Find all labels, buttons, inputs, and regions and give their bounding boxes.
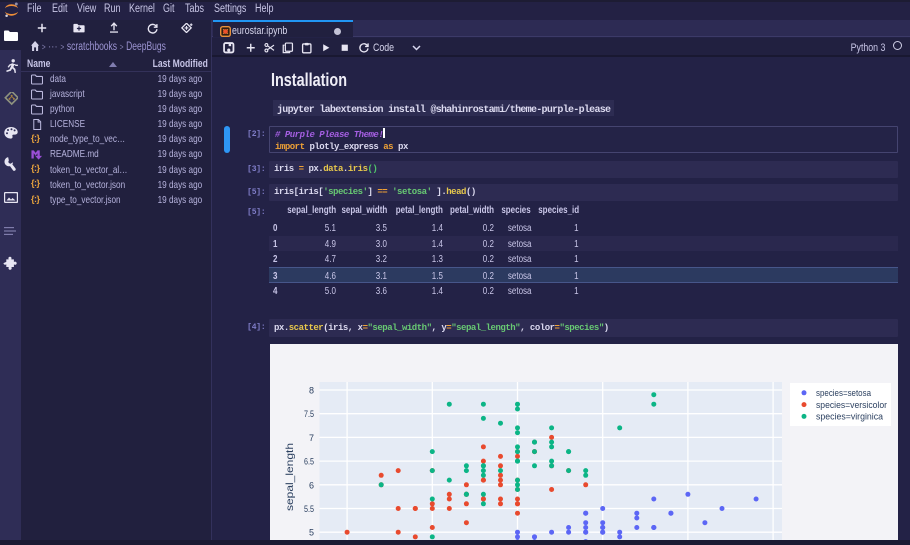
- svg-text:species=virginica: species=virginica: [816, 412, 884, 423]
- svg-text:species=setosa: species=setosa: [816, 388, 872, 399]
- svg-text:5.5: 5.5: [304, 504, 314, 514]
- svg-text:species=versicolor: species=versicolor: [816, 400, 887, 411]
- svg-text:sepal_length: sepal_length: [285, 443, 296, 511]
- svg-text:8: 8: [309, 386, 314, 396]
- svg-text:6: 6: [309, 480, 314, 490]
- svg-text:6.5: 6.5: [304, 457, 314, 467]
- svg-text:7.5: 7.5: [304, 409, 314, 419]
- svg-text:7: 7: [309, 433, 314, 443]
- svg-text:5: 5: [309, 528, 314, 538]
